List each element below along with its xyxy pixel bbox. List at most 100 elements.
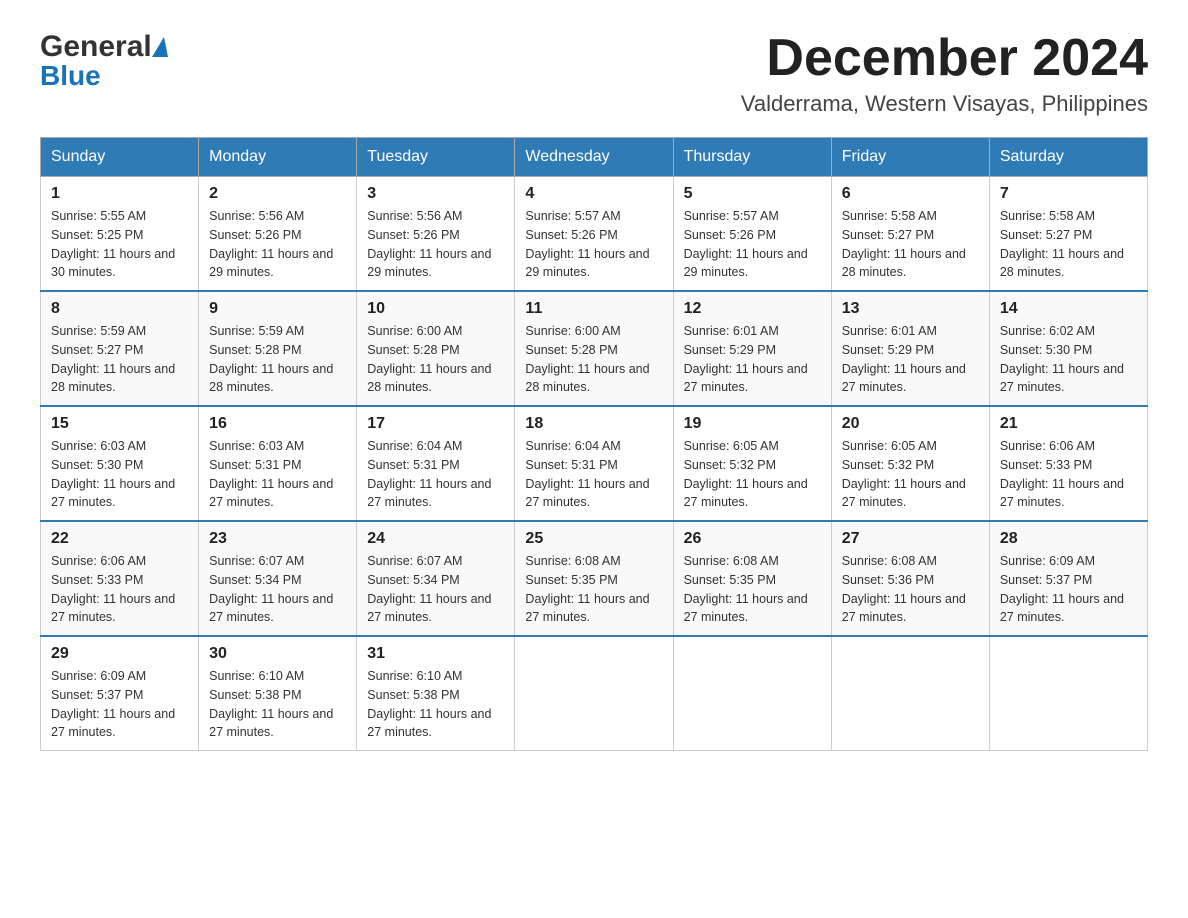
calendar-week-row: 29 Sunrise: 6:09 AMSunset: 5:37 PMDayligh… bbox=[41, 636, 1148, 751]
col-monday: Monday bbox=[199, 138, 357, 177]
day-number: 10 bbox=[367, 300, 504, 318]
table-row: 9 Sunrise: 5:59 AMSunset: 5:28 PMDaylight… bbox=[199, 291, 357, 406]
table-row: 11 Sunrise: 6:00 AMSunset: 5:28 PMDayligh… bbox=[515, 291, 673, 406]
table-row bbox=[831, 636, 989, 751]
day-info: Sunrise: 6:06 AMSunset: 5:33 PMDaylight:… bbox=[1000, 437, 1137, 512]
day-info: Sunrise: 6:09 AMSunset: 5:37 PMDaylight:… bbox=[1000, 552, 1137, 627]
day-number: 16 bbox=[209, 415, 346, 433]
day-number: 17 bbox=[367, 415, 504, 433]
day-number: 6 bbox=[842, 185, 979, 203]
day-number: 7 bbox=[1000, 185, 1137, 203]
table-row: 13Sunrise: 6:01 AMSunset: 5:29 PMDayligh… bbox=[831, 291, 989, 406]
day-info: Sunrise: 6:07 AMSunset: 5:34 PMDaylight:… bbox=[367, 552, 504, 627]
table-row: 19 Sunrise: 6:05 AMSunset: 5:32 PMDayligh… bbox=[673, 406, 831, 521]
day-info: Sunrise: 6:01 AMSunset: 5:29 PMDaylight:… bbox=[684, 322, 821, 397]
calendar-week-row: 22 Sunrise: 6:06 AMSunset: 5:33 PMDayligh… bbox=[41, 521, 1148, 636]
table-row bbox=[515, 636, 673, 751]
day-number: 22 bbox=[51, 530, 188, 548]
day-info: Sunrise: 6:06 AMSunset: 5:33 PMDaylight:… bbox=[51, 552, 188, 627]
col-thursday: Thursday bbox=[673, 138, 831, 177]
calendar-table: Sunday Monday Tuesday Wednesday Thursday… bbox=[40, 137, 1148, 751]
table-row: 22 Sunrise: 6:06 AMSunset: 5:33 PMDayligh… bbox=[41, 521, 199, 636]
day-number: 3 bbox=[367, 185, 504, 203]
col-friday: Friday bbox=[831, 138, 989, 177]
day-number: 12 bbox=[684, 300, 821, 318]
day-number: 31 bbox=[367, 645, 504, 663]
table-row: 26 Sunrise: 6:08 AMSunset: 5:35 PMDayligh… bbox=[673, 521, 831, 636]
table-row: 6 Sunrise: 5:58 AMSunset: 5:27 PMDaylight… bbox=[831, 177, 989, 292]
day-info: Sunrise: 5:56 AMSunset: 5:26 PMDaylight:… bbox=[367, 207, 504, 282]
table-row: 31 Sunrise: 6:10 AMSunset: 5:38 PMDayligh… bbox=[357, 636, 515, 751]
table-row: 8Sunrise: 5:59 AMSunset: 5:27 PMDaylight… bbox=[41, 291, 199, 406]
calendar-week-row: 8Sunrise: 5:59 AMSunset: 5:27 PMDaylight… bbox=[41, 291, 1148, 406]
day-number: 18 bbox=[525, 415, 662, 433]
table-row bbox=[989, 636, 1147, 751]
day-number: 25 bbox=[525, 530, 662, 548]
day-info: Sunrise: 6:01 AMSunset: 5:29 PMDaylight:… bbox=[842, 322, 979, 397]
table-row: 20 Sunrise: 6:05 AMSunset: 5:32 PMDayligh… bbox=[831, 406, 989, 521]
day-info: Sunrise: 6:04 AMSunset: 5:31 PMDaylight:… bbox=[525, 437, 662, 512]
day-info: Sunrise: 6:10 AMSunset: 5:38 PMDaylight:… bbox=[367, 667, 504, 742]
day-info: Sunrise: 6:08 AMSunset: 5:36 PMDaylight:… bbox=[842, 552, 979, 627]
day-number: 23 bbox=[209, 530, 346, 548]
logo-triangle-icon bbox=[152, 37, 168, 57]
col-saturday: Saturday bbox=[989, 138, 1147, 177]
day-number: 9 bbox=[209, 300, 346, 318]
day-info: Sunrise: 6:08 AMSunset: 5:35 PMDaylight:… bbox=[684, 552, 821, 627]
table-row: 10Sunrise: 6:00 AMSunset: 5:28 PMDayligh… bbox=[357, 291, 515, 406]
day-number: 19 bbox=[684, 415, 821, 433]
table-row: 16 Sunrise: 6:03 AMSunset: 5:31 PMDayligh… bbox=[199, 406, 357, 521]
table-row: 17Sunrise: 6:04 AMSunset: 5:31 PMDayligh… bbox=[357, 406, 515, 521]
calendar-week-row: 1 Sunrise: 5:55 AMSunset: 5:25 PMDaylight… bbox=[41, 177, 1148, 292]
table-row: 23Sunrise: 6:07 AMSunset: 5:34 PMDayligh… bbox=[199, 521, 357, 636]
day-number: 26 bbox=[684, 530, 821, 548]
location-title: Valderrama, Western Visayas, Philippines bbox=[741, 91, 1148, 117]
day-info: Sunrise: 6:08 AMSunset: 5:35 PMDaylight:… bbox=[525, 552, 662, 627]
table-row: 30Sunrise: 6:10 AMSunset: 5:38 PMDayligh… bbox=[199, 636, 357, 751]
day-info: Sunrise: 5:57 AMSunset: 5:26 PMDaylight:… bbox=[525, 207, 662, 282]
day-number: 27 bbox=[842, 530, 979, 548]
day-number: 20 bbox=[842, 415, 979, 433]
day-info: Sunrise: 5:55 AMSunset: 5:25 PMDaylight:… bbox=[51, 207, 188, 282]
logo-blue: Blue bbox=[40, 60, 101, 92]
table-row: 28 Sunrise: 6:09 AMSunset: 5:37 PMDayligh… bbox=[989, 521, 1147, 636]
table-row: 3 Sunrise: 5:56 AMSunset: 5:26 PMDaylight… bbox=[357, 177, 515, 292]
day-info: Sunrise: 6:00 AMSunset: 5:28 PMDaylight:… bbox=[525, 322, 662, 397]
day-info: Sunrise: 5:58 AMSunset: 5:27 PMDaylight:… bbox=[842, 207, 979, 282]
logo-general: General bbox=[40, 30, 152, 64]
table-row: 1 Sunrise: 5:55 AMSunset: 5:25 PMDaylight… bbox=[41, 177, 199, 292]
table-row: 27 Sunrise: 6:08 AMSunset: 5:36 PMDayligh… bbox=[831, 521, 989, 636]
day-info: Sunrise: 5:56 AMSunset: 5:26 PMDaylight:… bbox=[209, 207, 346, 282]
table-row: 2Sunrise: 5:56 AMSunset: 5:26 PMDaylight… bbox=[199, 177, 357, 292]
page-header: General Blue December 2024 Valderrama, W… bbox=[40, 30, 1148, 117]
title-area: December 2024 Valderrama, Western Visaya… bbox=[741, 30, 1148, 117]
day-number: 24 bbox=[367, 530, 504, 548]
table-row bbox=[673, 636, 831, 751]
day-info: Sunrise: 6:05 AMSunset: 5:32 PMDaylight:… bbox=[842, 437, 979, 512]
day-info: Sunrise: 5:59 AMSunset: 5:27 PMDaylight:… bbox=[51, 322, 188, 397]
day-info: Sunrise: 5:59 AMSunset: 5:28 PMDaylight:… bbox=[209, 322, 346, 397]
day-number: 29 bbox=[51, 645, 188, 663]
table-row: 25 Sunrise: 6:08 AMSunset: 5:35 PMDayligh… bbox=[515, 521, 673, 636]
table-row: 14 Sunrise: 6:02 AMSunset: 5:30 PMDayligh… bbox=[989, 291, 1147, 406]
day-info: Sunrise: 5:58 AMSunset: 5:27 PMDaylight:… bbox=[1000, 207, 1137, 282]
logo: General Blue bbox=[40, 30, 168, 92]
table-row: 24 Sunrise: 6:07 AMSunset: 5:34 PMDayligh… bbox=[357, 521, 515, 636]
day-number: 28 bbox=[1000, 530, 1137, 548]
day-number: 4 bbox=[525, 185, 662, 203]
day-number: 1 bbox=[51, 185, 188, 203]
day-info: Sunrise: 6:09 AMSunset: 5:37 PMDaylight:… bbox=[51, 667, 188, 742]
day-number: 21 bbox=[1000, 415, 1137, 433]
day-info: Sunrise: 5:57 AMSunset: 5:26 PMDaylight:… bbox=[684, 207, 821, 282]
day-info: Sunrise: 6:03 AMSunset: 5:31 PMDaylight:… bbox=[209, 437, 346, 512]
day-info: Sunrise: 6:02 AMSunset: 5:30 PMDaylight:… bbox=[1000, 322, 1137, 397]
day-info: Sunrise: 6:05 AMSunset: 5:32 PMDaylight:… bbox=[684, 437, 821, 512]
table-row: 29 Sunrise: 6:09 AMSunset: 5:37 PMDayligh… bbox=[41, 636, 199, 751]
day-number: 11 bbox=[525, 300, 662, 318]
calendar-week-row: 15Sunrise: 6:03 AMSunset: 5:30 PMDayligh… bbox=[41, 406, 1148, 521]
day-number: 5 bbox=[684, 185, 821, 203]
table-row: 7 Sunrise: 5:58 AMSunset: 5:27 PMDaylight… bbox=[989, 177, 1147, 292]
day-number: 14 bbox=[1000, 300, 1137, 318]
table-row: 5 Sunrise: 5:57 AMSunset: 5:26 PMDaylight… bbox=[673, 177, 831, 292]
day-info: Sunrise: 6:03 AMSunset: 5:30 PMDaylight:… bbox=[51, 437, 188, 512]
